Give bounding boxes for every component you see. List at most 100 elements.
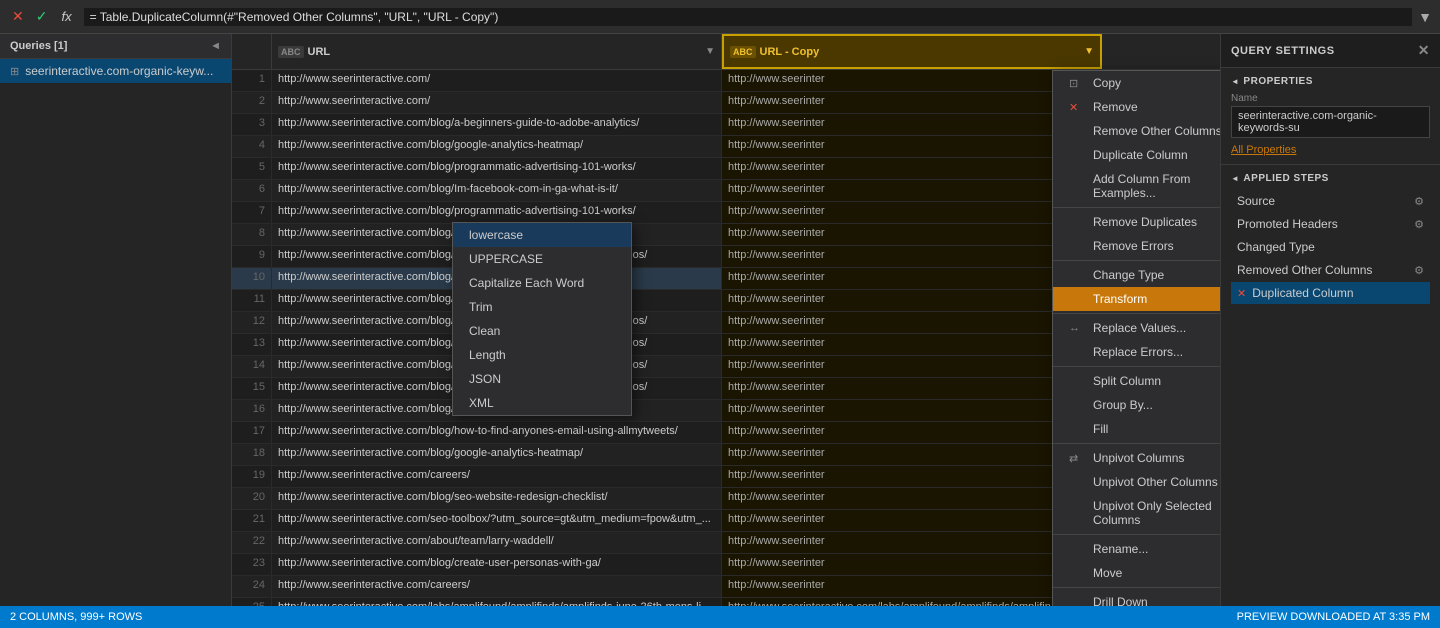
url-copy-cell: http://www.seerinter [722, 312, 1102, 333]
menu-icon-copy: ⊡ [1069, 77, 1085, 90]
url-cell: http://www.seerinteractive.com/blog/goog… [272, 444, 722, 465]
context-menu-item-remove_errors[interactable]: Remove Errors [1053, 234, 1220, 258]
step-gear-icon-promoted_headers[interactable]: ⚙ [1414, 218, 1424, 231]
row-number: 11 [232, 290, 272, 311]
context-menu-item-move[interactable]: Move ▶ [1053, 561, 1220, 585]
url-copy-cell: http://www.seerinter [722, 224, 1102, 245]
qs-properties-title: PROPERTIES [1231, 76, 1430, 87]
data-area: ABC URL ▼ ABC URL - Copy ▼ 1 http://www.… [232, 34, 1220, 606]
context-menu-item-unpivot_columns[interactable]: ⇄ Unpivot Columns [1053, 446, 1220, 470]
step-source[interactable]: Source ⚙ [1231, 190, 1430, 212]
step-removed_other_columns[interactable]: Removed Other Columns⚙ [1231, 259, 1430, 281]
url-copy-cell: http://www.seerinter [722, 356, 1102, 377]
url-filter-btn[interactable]: ▼ [705, 46, 715, 57]
sidebar-collapse-icon[interactable]: ◄ [210, 40, 221, 52]
context-menu-item-copy[interactable]: ⊡ Copy [1053, 71, 1220, 95]
context-menu-item-remove_duplicates[interactable]: Remove Duplicates [1053, 210, 1220, 234]
context-menu-item-remove[interactable]: ✕ Remove [1053, 95, 1220, 119]
menu-label-copy: Copy [1093, 76, 1121, 90]
context-menu-item-transform[interactable]: Transform ▶ [1053, 287, 1220, 311]
step-changed_type[interactable]: Changed Type [1231, 236, 1430, 258]
context-menu-item-rename[interactable]: Rename... [1053, 537, 1220, 561]
submenu-item-json[interactable]: JSON [453, 367, 631, 391]
menu-label-remove_duplicates: Remove Duplicates [1093, 215, 1197, 229]
row-number: 22 [232, 532, 272, 553]
qs-name-label: Name [1231, 93, 1430, 104]
context-menu-item-change_type[interactable]: Change Type ▶ [1053, 263, 1220, 287]
row-number: 12 [232, 312, 272, 333]
step-label-duplicated_column: Duplicated Column [1252, 286, 1353, 300]
step-promoted_headers[interactable]: Promoted Headers⚙ [1231, 213, 1430, 235]
context-menu-item-split_column[interactable]: Split Column ▶ [1053, 369, 1220, 393]
menu-label-rename: Rename... [1093, 542, 1148, 556]
submenu-item-xml[interactable]: XML [453, 391, 631, 415]
submenu-item-clean[interactable]: Clean [453, 319, 631, 343]
status-left: 2 COLUMNS, 999+ ROWS [10, 611, 142, 623]
submenu-item-uppercase[interactable]: UPPERCASE [453, 247, 631, 271]
menu-label-remove_errors: Remove Errors [1093, 239, 1174, 253]
context-menu-item-replace_values[interactable]: ↔ Replace Values... [1053, 316, 1220, 340]
context-menu-item-duplicate_column[interactable]: Duplicate Column [1053, 143, 1220, 167]
qs-close-btn[interactable]: ✕ [1418, 42, 1430, 59]
url-cell: http://www.seerinteractive.com/blog/crea… [272, 554, 722, 575]
menu-label-remove_other_columns: Remove Other Columns [1093, 124, 1220, 138]
row-number: 7 [232, 202, 272, 223]
url-copy-cell: http://www.seerinteractive.com/labs/ampl… [722, 598, 1102, 606]
context-menu: ⊡ Copy ✕ Remove Remove Other Columns Dup… [1052, 70, 1220, 606]
url-copy-cell: http://www.seerinter [722, 444, 1102, 465]
submenu-item-lowercase[interactable]: lowercase [453, 223, 631, 247]
qs-properties-section: PROPERTIES Name seerinteractive.com-orga… [1221, 68, 1440, 165]
formula-dropdown-icon[interactable]: ▼ [1418, 9, 1432, 25]
col-header-url[interactable]: ABC URL ▼ [272, 34, 722, 69]
col-header-url-copy[interactable]: ABC URL - Copy ▼ [722, 34, 1102, 69]
row-number: 16 [232, 400, 272, 421]
qs-header: QUERY SETTINGS ✕ [1221, 34, 1440, 68]
menu-label-unpivot_only_selected: Unpivot Only Selected Columns [1093, 499, 1220, 527]
status-right: PREVIEW DOWNLOADED AT 3:35 PM [1237, 611, 1430, 623]
row-number: 1 [232, 70, 272, 91]
confirm-icon[interactable]: ✓ [32, 6, 52, 27]
step-label-source: Source [1237, 194, 1275, 208]
submenu-item-trim[interactable]: Trim [453, 295, 631, 319]
step-label-changed_type: Changed Type [1237, 240, 1315, 254]
submenu-label-lowercase: lowercase [469, 228, 523, 242]
context-menu-item-drill_down[interactable]: Drill Down [1053, 590, 1220, 606]
url-copy-cell: http://www.seerinter [722, 158, 1102, 179]
submenu-label-length: Length [469, 348, 506, 362]
menu-label-remove: Remove [1093, 100, 1138, 114]
grid-header: ABC URL ▼ ABC URL - Copy ▼ [232, 34, 1220, 70]
url-cell: http://www.seerinteractive.com/blog/a-be… [272, 114, 722, 135]
qs-name-value[interactable]: seerinteractive.com-organic-keywords-su [1231, 106, 1430, 138]
url-cell: http://www.seerinteractive.com/blog/prog… [272, 202, 722, 223]
row-number: 25 [232, 598, 272, 606]
row-number: 10 [232, 268, 272, 289]
submenu-item-capitalize_each_word[interactable]: Capitalize Each Word [453, 271, 631, 295]
url-copy-cell: http://www.seerinter [722, 378, 1102, 399]
qs-all-properties-link[interactable]: All Properties [1231, 144, 1296, 156]
formula-input[interactable] [84, 8, 1413, 26]
sidebar-item-query[interactable]: ⊞ seerinteractive.com-organic-keyw... [0, 59, 231, 83]
step-gear-icon-removed_other_columns[interactable]: ⚙ [1414, 264, 1424, 277]
cancel-icon[interactable]: ✕ [8, 6, 28, 27]
step-gear-icon-source[interactable]: ⚙ [1414, 195, 1424, 208]
menu-icon-remove: ✕ [1069, 101, 1085, 114]
context-menu-item-add_column_from_examples[interactable]: Add Column From Examples... [1053, 167, 1220, 205]
fx-label: fx [55, 9, 77, 24]
url-copy-cell: http://www.seerinter [722, 70, 1102, 91]
context-menu-item-unpivot_only_selected[interactable]: Unpivot Only Selected Columns [1053, 494, 1220, 532]
step-duplicated_column[interactable]: ✕ Duplicated Column [1231, 282, 1430, 304]
context-menu-item-fill[interactable]: Fill ▶ [1053, 417, 1220, 441]
submenu-label-uppercase: UPPERCASE [469, 252, 543, 266]
url-copy-filter-btn[interactable]: ▼ [1084, 46, 1094, 57]
url-copy-cell: http://www.seerinter [722, 246, 1102, 267]
context-menu-item-replace_errors[interactable]: Replace Errors... [1053, 340, 1220, 364]
row-num-header [232, 34, 272, 69]
row-number: 15 [232, 378, 272, 399]
context-menu-item-group_by[interactable]: Group By... [1053, 393, 1220, 417]
context-menu-item-unpivot_other_columns[interactable]: Unpivot Other Columns [1053, 470, 1220, 494]
context-menu-item-remove_other_columns[interactable]: Remove Other Columns [1053, 119, 1220, 143]
url-copy-cell: http://www.seerinter [722, 510, 1102, 531]
url-cell: http://www.seerinteractive.com/blog/prog… [272, 158, 722, 179]
submenu-item-length[interactable]: Length [453, 343, 631, 367]
step-delete-icon[interactable]: ✕ [1237, 287, 1246, 300]
